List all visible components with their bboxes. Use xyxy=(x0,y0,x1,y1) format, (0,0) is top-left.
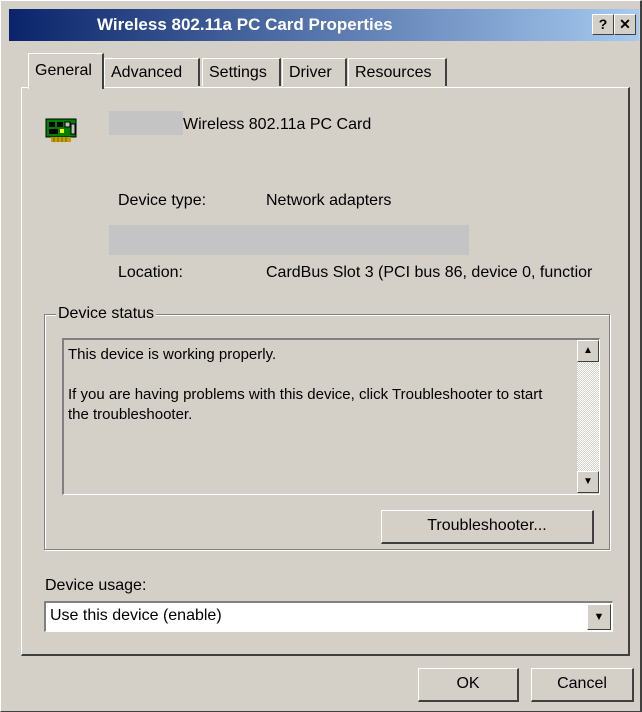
device-type-value: Network adapters xyxy=(266,192,392,209)
properties-dialog: Wireless 802.11a PC Card Properties ? ✕ … xyxy=(0,0,642,712)
tab-resources[interactable]: Resources xyxy=(348,58,447,86)
close-button[interactable]: ✕ xyxy=(614,14,636,35)
tab-advanced[interactable]: Advanced xyxy=(104,58,200,86)
status-message: This device is working properly. xyxy=(68,346,277,363)
help-button[interactable]: ? xyxy=(592,14,614,35)
tab-general[interactable]: General xyxy=(28,53,104,89)
redacted-vendor xyxy=(109,111,183,135)
location-label: Location: xyxy=(118,264,183,281)
device-status-legend: Device status xyxy=(56,305,157,323)
device-status-textbox[interactable]: This device is working properly. If you … xyxy=(62,338,600,495)
title-bar[interactable]: Wireless 802.11a PC Card Properties ? ✕ xyxy=(9,9,639,41)
troubleshooter-button[interactable]: Troubleshooter... xyxy=(381,510,594,544)
cancel-button[interactable]: Cancel xyxy=(531,668,634,702)
device-usage-label: Device usage: xyxy=(45,577,147,594)
scroll-up-button[interactable]: ▲ xyxy=(577,340,599,362)
device-type-label: Device type: xyxy=(118,192,207,209)
vertical-scrollbar[interactable]: ▲ ▼ xyxy=(577,340,599,493)
network-card-icon xyxy=(45,115,77,152)
device-usage-value: Use this device (enable) xyxy=(50,607,222,624)
window-title: Wireless 802.11a PC Card Properties xyxy=(97,15,393,34)
chevron-down-icon[interactable]: ▼ xyxy=(587,604,611,630)
tab-settings[interactable]: Settings xyxy=(202,58,281,86)
ok-button[interactable]: OK xyxy=(418,668,519,702)
device-name: Wireless 802.11a PC Card xyxy=(183,116,372,133)
device-usage-select[interactable]: Use this device (enable) ▼ xyxy=(44,601,613,632)
scroll-down-button[interactable]: ▼ xyxy=(577,471,599,493)
status-help-message: If you are having problems with this dev… xyxy=(68,386,543,423)
location-value: CardBus Slot 3 (PCI bus 86, device 0, fu… xyxy=(266,264,593,281)
redacted-manufacturer xyxy=(109,225,469,255)
tab-driver[interactable]: Driver xyxy=(282,58,347,86)
